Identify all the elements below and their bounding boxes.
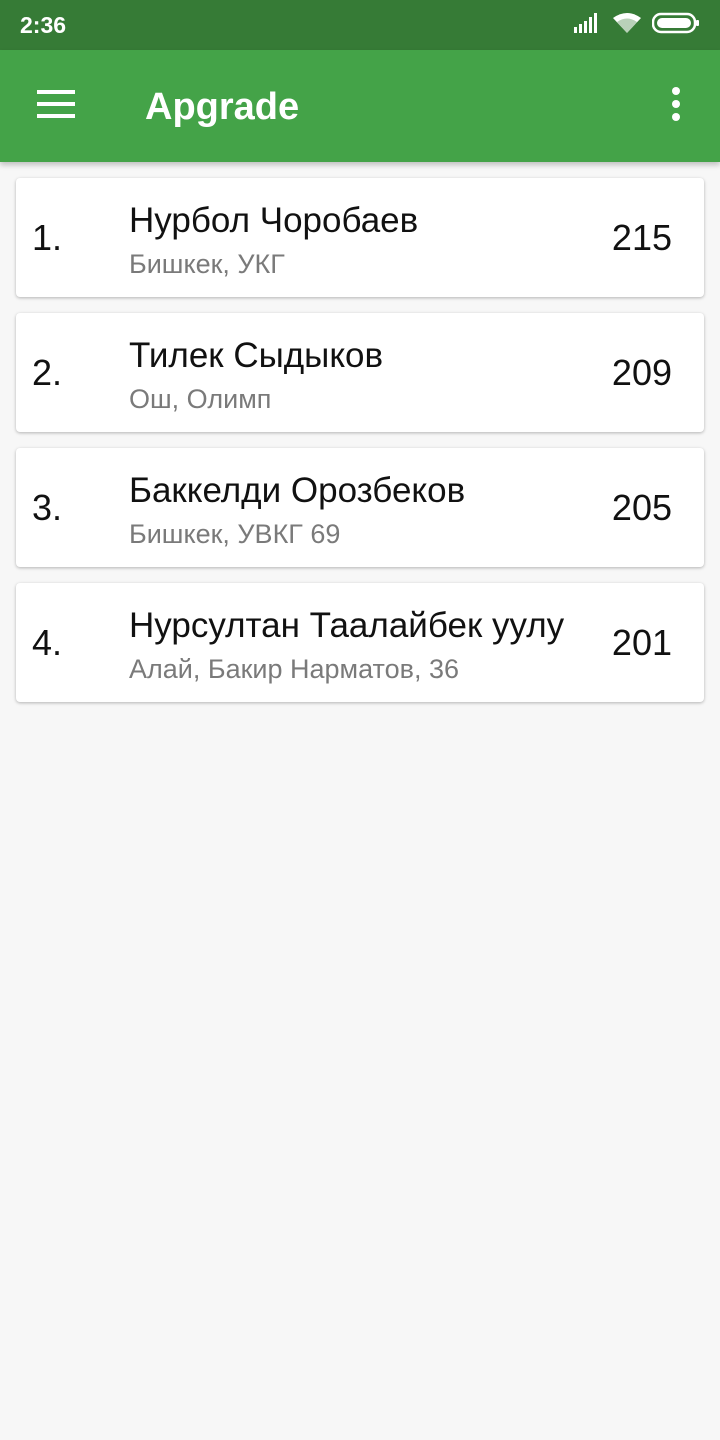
app-bar: Apgrade bbox=[0, 50, 720, 162]
participant-name: Нурсултан Таалайбек уулу bbox=[129, 606, 565, 645]
more-vert-icon bbox=[671, 86, 681, 126]
hamburger-menu-icon bbox=[37, 89, 75, 123]
participant-name: Нурбол Чоробаев bbox=[129, 201, 419, 240]
app-title: Apgrade bbox=[145, 86, 300, 128]
leaderboard-item[interactable]: 1. Нурбол Чоробаев Бишкек, УКГ 215 bbox=[16, 178, 704, 297]
wifi-icon bbox=[612, 12, 642, 39]
status-bar: 2:36 bbox=[0, 0, 720, 50]
status-icons bbox=[574, 12, 700, 38]
battery-icon bbox=[651, 12, 700, 39]
rank-number: 1. bbox=[32, 217, 63, 258]
participant-location: Бишкек, УКГ bbox=[129, 249, 285, 279]
rank-number: 4. bbox=[32, 622, 63, 663]
leaderboard-item[interactable]: 3. Баккелди Орозбеков Бишкек, УВКГ 69 20… bbox=[16, 448, 704, 567]
participant-name: Тилек Сыдыков bbox=[129, 336, 384, 375]
participant-location: Ош, Олимп bbox=[129, 384, 272, 414]
participant-name: Баккелди Орозбеков bbox=[129, 471, 466, 510]
rank-number: 3. bbox=[32, 487, 63, 528]
participant-location: Бишкек, УВКГ 69 bbox=[129, 519, 341, 549]
leaderboard-item[interactable]: 4. Нурсултан Таалайбек уулу Алай, Бакир … bbox=[16, 583, 704, 702]
participant-score: 201 bbox=[611, 622, 672, 663]
rank-number: 2. bbox=[32, 352, 63, 393]
participant-location: Алай, Бакир Нарматов, 36 bbox=[129, 654, 459, 684]
status-time: 2:36 bbox=[20, 12, 67, 38]
leaderboard-item[interactable]: 2. Тилек Сыдыков Ош, Олимп 209 bbox=[16, 313, 704, 432]
signal-icon bbox=[574, 12, 602, 39]
participant-score: 205 bbox=[611, 487, 672, 528]
participant-score: 209 bbox=[611, 352, 672, 393]
leaderboard-list: 1. Нурбол Чоробаев Бишкек, УКГ 215 2. Ти… bbox=[16, 178, 704, 718]
menu-button[interactable] bbox=[24, 76, 88, 136]
more-options-button[interactable] bbox=[650, 76, 702, 136]
participant-score: 215 bbox=[611, 217, 672, 258]
